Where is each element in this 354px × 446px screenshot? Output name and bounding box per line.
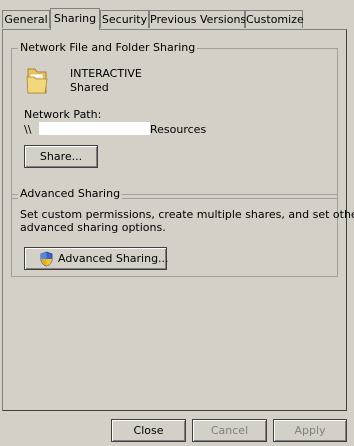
advanced-sharing-description-line1: Set custom permissions, create multiple … — [20, 208, 354, 221]
apply-button-label: Apply — [294, 424, 326, 437]
share-button-label: Share... — [39, 150, 83, 163]
tab-customize[interactable]: Customize — [245, 10, 304, 28]
uac-shield-icon — [39, 251, 54, 267]
tab-previous-versions[interactable]: Previous Versions — [149, 10, 246, 28]
tab-security[interactable]: Security — [100, 10, 149, 28]
share-button[interactable]: Share... — [24, 145, 98, 168]
tab-sharing[interactable]: Sharing — [50, 8, 100, 30]
advanced-sharing-description-line2: advanced sharing options. — [20, 221, 166, 234]
properties-dialog: General Sharing Security Previous Versio… — [0, 0, 354, 446]
advanced-sharing-button[interactable]: Advanced Sharing... — [24, 247, 169, 270]
tab-general[interactable]: General — [2, 10, 50, 28]
close-button[interactable]: Close — [111, 419, 186, 442]
network-path-label: Network Path: — [24, 108, 102, 121]
network-path-suffix: Resources — [150, 123, 207, 136]
close-button-label: Close — [133, 424, 164, 437]
network-path-redaction — [39, 122, 150, 135]
advanced-sharing-legend: Advanced Sharing — [18, 187, 123, 200]
cancel-button[interactable]: Cancel — [192, 419, 267, 442]
folder-share-status: Shared — [70, 81, 109, 94]
network-sharing-legend: Network File and Folder Sharing — [18, 41, 198, 54]
cancel-button-label: Cancel — [210, 424, 249, 437]
network-sharing-group: Network File and Folder Sharing INTERACT… — [11, 41, 338, 199]
shared-folder-icon — [25, 65, 49, 95]
apply-button[interactable]: Apply — [273, 419, 347, 442]
network-path-prefix: \\ — [24, 123, 32, 136]
advanced-sharing-button-label: Advanced Sharing... — [58, 252, 169, 265]
sharing-tab-panel: Network File and Folder Sharing INTERACT… — [2, 29, 354, 411]
advanced-sharing-group: Advanced Sharing Set custom permissions,… — [11, 187, 354, 277]
folder-name: INTERACTIVE — [70, 67, 142, 80]
